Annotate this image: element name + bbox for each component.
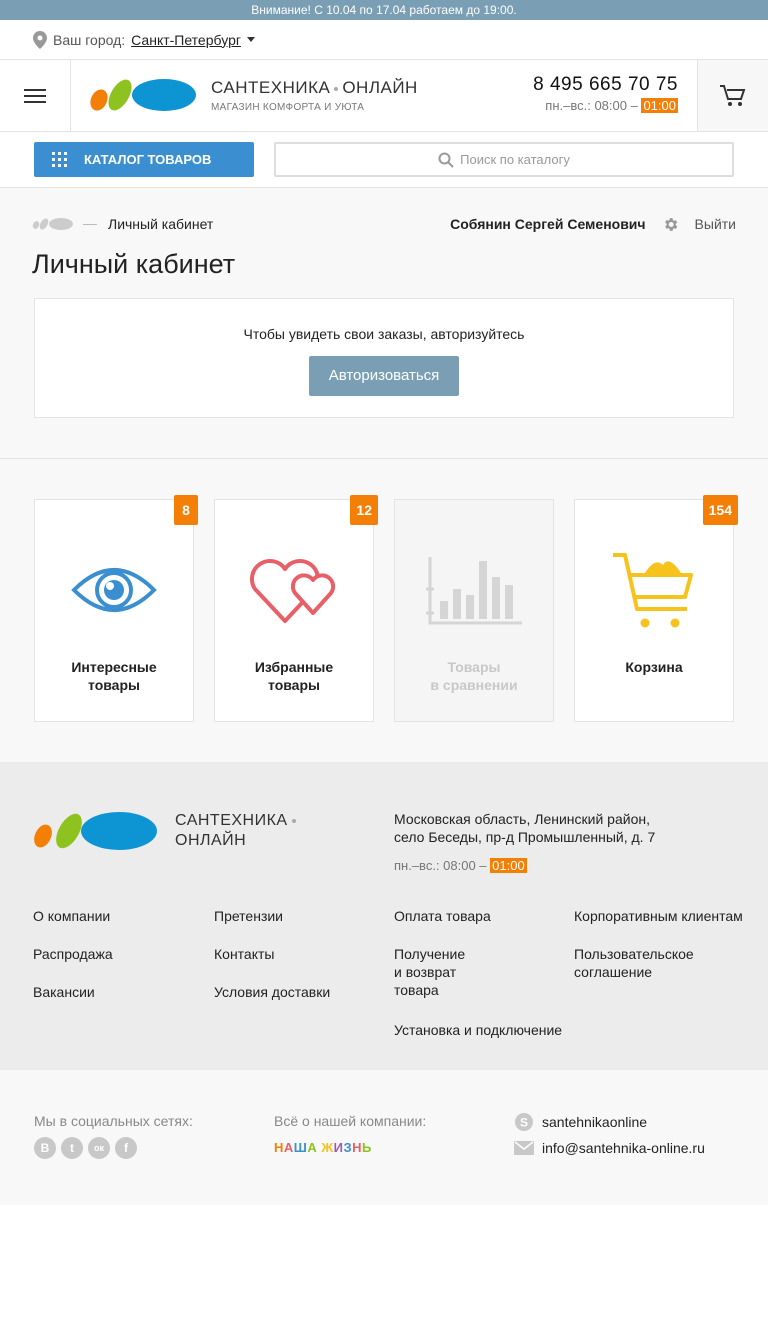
odnoklassniki-icon[interactable]: ок (88, 1137, 110, 1159)
twitter-icon[interactable]: t (61, 1137, 83, 1159)
grid-icon (52, 152, 67, 167)
search-icon (438, 152, 454, 168)
footer-link[interactable]: Корпоративным клиентам (574, 907, 743, 925)
card-compare[interactable]: Товары в сравнении (394, 499, 554, 722)
footer-link[interactable]: Условия доставки (214, 983, 330, 1001)
gear-icon[interactable] (662, 216, 679, 233)
authorize-button[interactable]: Авторизоваться (309, 356, 459, 396)
hamburger-icon (24, 88, 46, 103)
email-contact[interactable]: info@santehnika-online.ru (514, 1140, 705, 1156)
brand-name: САНТЕХНИКА ОНЛАЙН (211, 78, 418, 97)
phone-number[interactable]: 8 495 665 70 75 (533, 74, 678, 96)
cart-icon (720, 84, 746, 106)
notice-bar: Внимание! С 10.04 по 17.04 работаем до 1… (0, 0, 768, 20)
shortcut-cards: 8 Интересные товары 12 Избранные товары (0, 459, 768, 762)
city-selector-row: Ваш город: Санкт-Петербург (0, 20, 768, 60)
count-badge: 12 (350, 495, 378, 525)
city-link[interactable]: Санкт-Петербург (131, 32, 241, 48)
search-placeholder: Поиск по каталогу (460, 152, 570, 167)
footer-link[interactable]: Пользовательское соглашение (574, 945, 694, 981)
site-logo[interactable]: САНТЕХНИКА ОНЛАЙН МАГАЗИН КОМФОРТА И УЮТА (71, 60, 418, 131)
facebook-icon[interactable]: f (115, 1137, 137, 1159)
card-favorites[interactable]: 12 Избранные товары (214, 495, 378, 722)
nasha-zhizn-logo[interactable]: НАША ЖИЗНЬ (274, 1140, 372, 1155)
logo-mark-icon (34, 812, 157, 850)
breadcrumb-current: Личный кабинет (108, 216, 214, 232)
footer: САНТЕХНИКА ОНЛАЙН Московская область, Ле… (0, 762, 768, 1070)
mail-icon (514, 1141, 534, 1155)
menu-button[interactable] (0, 60, 71, 131)
footer-link[interactable]: Претензии (214, 907, 283, 925)
footer-bottom: Мы в социальных сетях: В t ок f Всё о на… (0, 1070, 768, 1205)
brand-tagline: МАГАЗИН КОМФОРТА И УЮТА (211, 102, 365, 113)
count-badge: 8 (174, 495, 198, 525)
footer-link[interactable]: Распродажа (33, 945, 113, 963)
footer-link[interactable]: Оплата товара (394, 907, 491, 925)
count-badge: 154 (702, 495, 738, 525)
auth-prompt: Чтобы увидеть свои заказы, авторизуйтесь… (34, 298, 734, 418)
company-label: Всё о нашей компании: (274, 1113, 427, 1129)
footer-address: Московская область, Ленинский район, сел… (394, 811, 656, 845)
card-cart[interactable]: 154 Корзина (574, 495, 738, 722)
catalog-button[interactable]: КАТАЛОГ ТОВАРОВ (34, 142, 254, 177)
card-label: Товары в сравнении (430, 659, 518, 693)
svg-text:S: S (520, 1116, 528, 1130)
card-label: Интересные товары (71, 659, 157, 693)
auth-message: Чтобы увидеть свои заказы, авторизуйтесь (243, 326, 525, 342)
footer-link[interactable]: Установка и подключение (394, 1021, 562, 1039)
vk-icon[interactable]: В (34, 1137, 56, 1159)
hearts-icon (249, 559, 336, 623)
bar-chart-icon (426, 557, 522, 625)
breadcrumb: Личный кабинет Собянин Сергей Семенович … (32, 215, 736, 233)
skype-icon: S (515, 1113, 533, 1131)
logo-mark-icon (90, 78, 196, 111)
user-name[interactable]: Собянин Сергей Семенович (450, 216, 645, 232)
footer-hours: пн.–вс.: 08:00 – 01:00 (394, 858, 527, 873)
skype-contact[interactable]: S santehnikaonline (514, 1112, 647, 1132)
city-label: Ваш город: (53, 31, 126, 48)
footer-logo[interactable]: САНТЕХНИКА ОНЛАЙН (33, 810, 296, 852)
search-input[interactable]: Поиск по каталогу (274, 142, 734, 177)
phone-block: 8 495 665 70 75 пн.–вс.: 08:00 – 01:00 (533, 74, 678, 113)
page-title: Личный кабинет (32, 249, 236, 279)
footer-link[interactable]: Контакты (214, 945, 274, 963)
home-logo-icon[interactable] (32, 217, 74, 231)
footer-brand: САНТЕХНИКА ОНЛАЙН (175, 811, 296, 851)
card-label: Корзина (625, 659, 683, 675)
social-links: В t ок f (34, 1137, 137, 1159)
footer-link[interactable]: Получение и возврат товара (394, 945, 465, 999)
social-label: Мы в социальных сетях: (34, 1113, 193, 1129)
footer-link[interactable]: О компании (33, 907, 110, 925)
site-header: САНТЕХНИКА ОНЛАЙН МАГАЗИН КОМФОРТА И УЮТА… (0, 60, 768, 132)
eye-icon (71, 568, 157, 612)
logout-link[interactable]: Выйти (695, 216, 736, 232)
card-label: Избранные товары (254, 659, 334, 693)
header-cart-button[interactable] (697, 60, 768, 131)
footer-link[interactable]: Вакансии (33, 983, 95, 1001)
working-hours: пн.–вс.: 08:00 – 01:00 (545, 98, 678, 113)
account-section: Личный кабинет Собянин Сергей Семенович … (0, 188, 768, 459)
card-interesting[interactable]: 8 Интересные товары (34, 495, 198, 722)
search-row: КАТАЛОГ ТОВАРОВ Поиск по каталогу (0, 132, 768, 188)
breadcrumb-separator (83, 223, 97, 225)
chevron-down-icon[interactable] (246, 37, 255, 42)
cart-icon (613, 553, 693, 628)
location-pin-icon (33, 30, 47, 49)
